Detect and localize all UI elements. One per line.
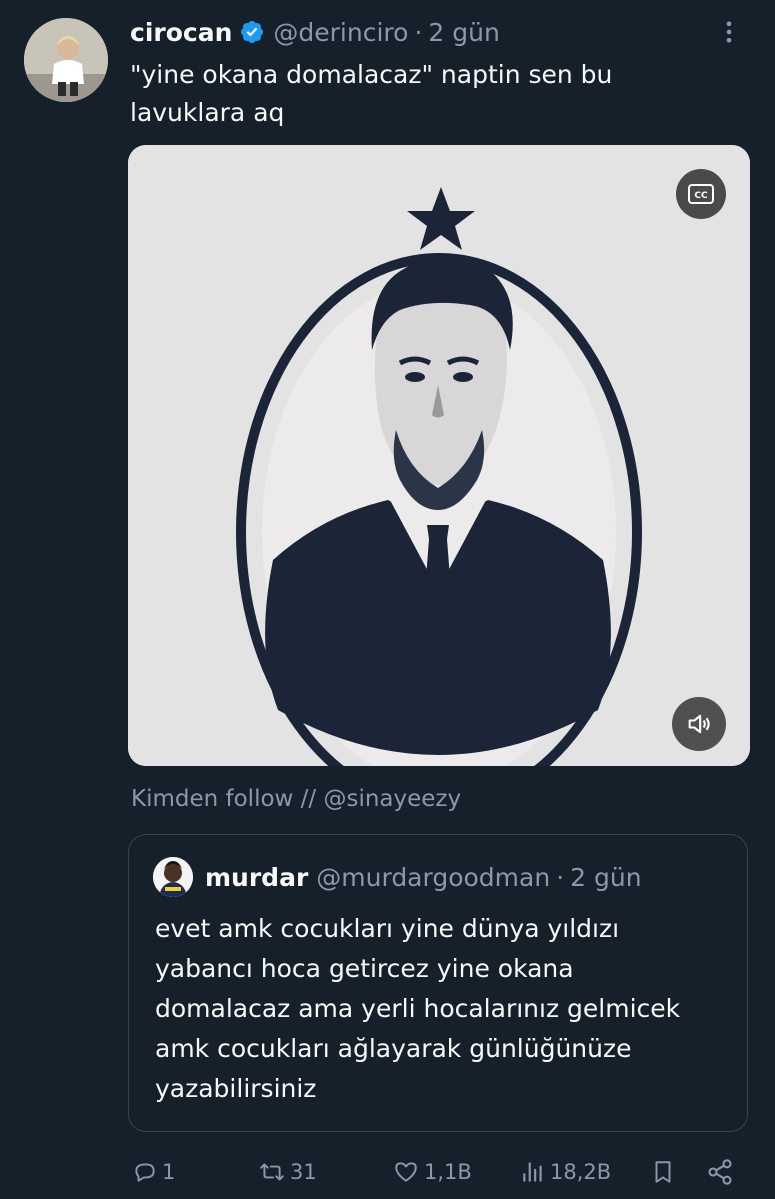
author-name[interactable]: cirocan	[130, 18, 232, 47]
tweet-header: cirocan @derinciro · 2 gün	[130, 14, 755, 50]
quoted-author-name: murdar	[205, 862, 309, 892]
quoted-tweet-text: evet amk cocukları yine dünya yıldızı ya…	[155, 914, 681, 1103]
reply-icon	[135, 1163, 155, 1182]
like-button[interactable]: 1,1B	[392, 1150, 472, 1194]
views-chart-icon	[523, 1162, 542, 1182]
heart-icon	[395, 1162, 417, 1182]
separator-dot: ·	[414, 17, 423, 47]
verified-badge-icon	[241, 20, 264, 44]
views-count: 18,2B	[550, 1160, 612, 1184]
tweet-time[interactable]: 2 gün	[428, 18, 499, 47]
tweet-text: "yine okana domalacaz" naptin sen bu lav…	[130, 60, 613, 127]
closed-captions-icon: CC	[688, 184, 714, 204]
video-frame-illustration	[128, 145, 750, 766]
author-avatar[interactable]	[24, 18, 108, 102]
bookmark-button[interactable]	[650, 1150, 680, 1194]
author-handle[interactable]: @derinciro	[273, 18, 408, 47]
quoted-tweet-time: 2 gün	[570, 862, 642, 892]
share-button[interactable]	[706, 1150, 738, 1194]
like-count: 1,1B	[424, 1160, 472, 1184]
closed-captions-button[interactable]: CC	[676, 169, 726, 219]
tweet-actions-bar: 1 31 1,1B 18,2B	[128, 1150, 748, 1194]
share-icon	[708, 1159, 732, 1185]
retweet-icon	[260, 1163, 284, 1181]
video-player[interactable]: CC	[128, 145, 750, 766]
video-source-attribution[interactable]: Kimden follow // @sinayeezy	[131, 786, 461, 812]
retweet-count: 31	[290, 1160, 317, 1184]
retweet-button[interactable]: 31	[258, 1150, 317, 1194]
svg-text:CC: CC	[694, 191, 708, 201]
reply-count: 1	[162, 1160, 176, 1184]
speaker-icon	[688, 714, 710, 734]
unmute-button[interactable]	[672, 697, 726, 751]
bookmark-icon	[655, 1161, 671, 1183]
quoted-author-avatar	[153, 857, 193, 897]
quoted-separator-dot: ·	[556, 862, 565, 892]
more-options-icon[interactable]	[709, 14, 749, 50]
reply-button[interactable]: 1	[132, 1150, 175, 1194]
quoted-author-handle: @murdargoodman	[316, 862, 551, 892]
views-button[interactable]: 18,2B	[520, 1150, 611, 1194]
quoted-tweet[interactable]: murdar @murdargoodman · 2 gün evet amk c…	[128, 834, 748, 1132]
quoted-tweet-header: murdar @murdargoodman · 2 gün	[153, 857, 642, 897]
